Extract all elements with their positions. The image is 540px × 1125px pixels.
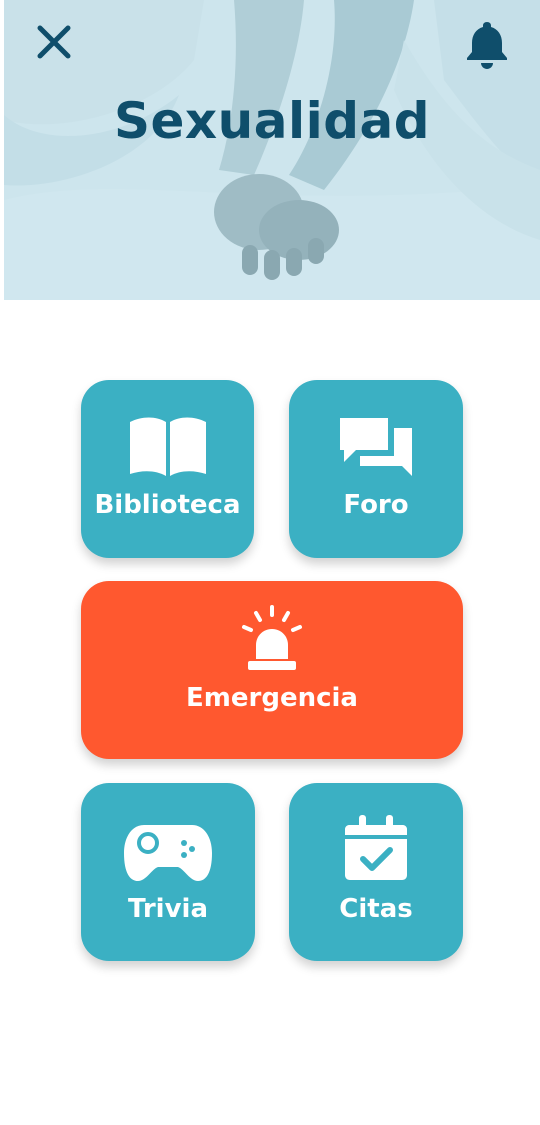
notifications-button[interactable] <box>464 18 510 70</box>
gamepad-icon <box>124 825 212 881</box>
close-icon <box>37 25 71 59</box>
page-title: Sexualidad <box>113 92 431 150</box>
emergencia-button[interactable]: Emergencia <box>81 581 463 759</box>
calendar-check-icon <box>345 815 407 880</box>
chat-bubbles-icon <box>340 418 412 476</box>
hero-overlay <box>4 0 540 300</box>
biblioteca-label: Biblioteca <box>94 490 241 520</box>
foro-button[interactable]: Foro <box>289 380 463 558</box>
foro-label: Foro <box>343 490 409 520</box>
header-hero: Sexualidad <box>4 0 540 300</box>
emergencia-label: Emergencia <box>186 683 358 713</box>
citas-button[interactable]: Citas <box>289 783 463 961</box>
biblioteca-button[interactable]: Biblioteca <box>81 380 254 558</box>
citas-label: Citas <box>339 894 413 924</box>
bell-icon <box>467 22 507 69</box>
close-button[interactable] <box>34 22 74 62</box>
trivia-label: Trivia <box>127 894 209 924</box>
book-open-icon <box>129 417 206 476</box>
alarm-siren-icon <box>242 605 302 670</box>
trivia-button[interactable]: Trivia <box>81 783 255 961</box>
